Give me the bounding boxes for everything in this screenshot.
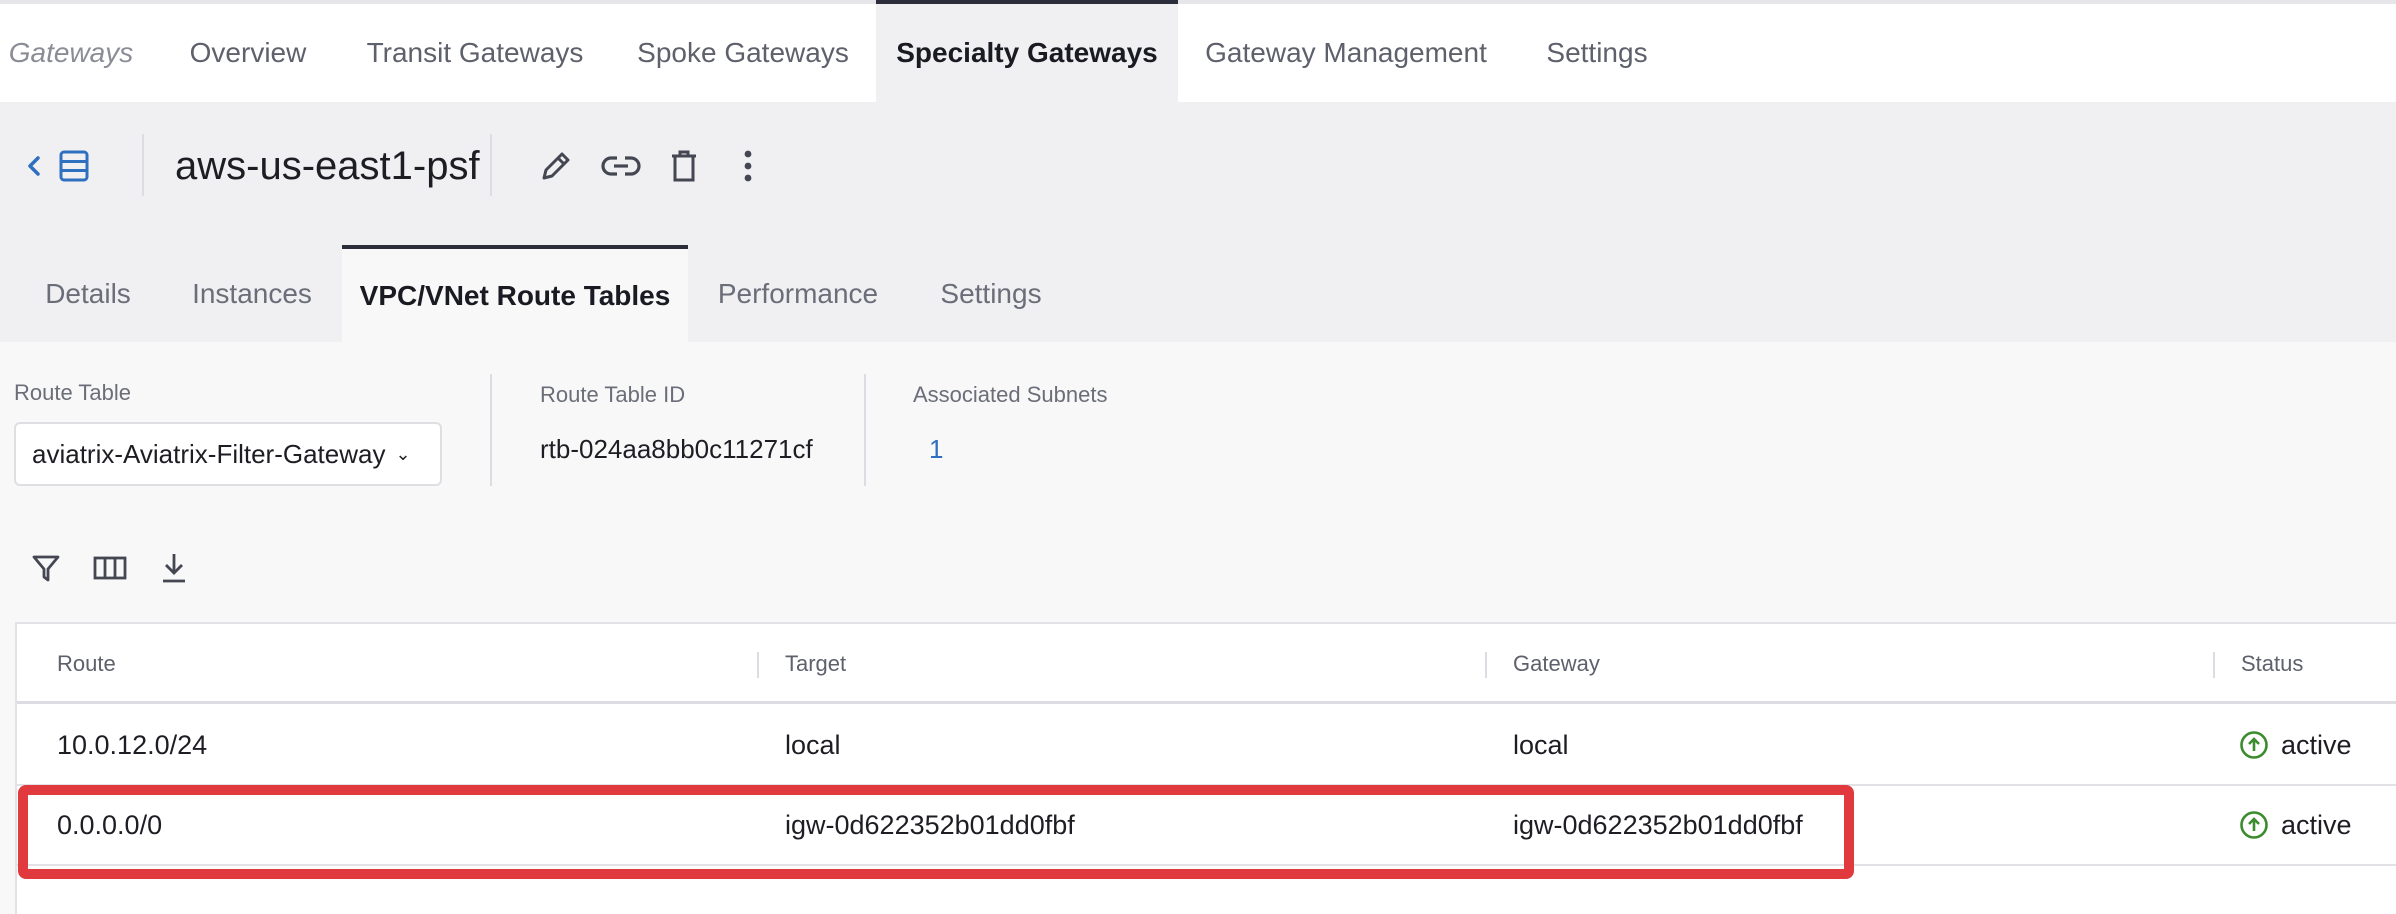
cell-route: 0.0.0.0/0 (57, 809, 163, 840)
column-header-status[interactable]: Status (2241, 624, 2303, 704)
link-icon[interactable] (600, 146, 642, 186)
top-nav: Gateways Overview Transit Gateways Spoke… (0, 0, 2396, 102)
cell-status: active (2239, 786, 2352, 864)
column-resizer[interactable] (757, 652, 759, 678)
back-icon[interactable] (20, 148, 48, 184)
column-resizer[interactable] (1485, 652, 1487, 678)
cell-gateway: igw-0d622352b01dd0fbf (1513, 809, 1803, 840)
delete-icon[interactable] (666, 146, 702, 186)
column-header-route[interactable]: Route (57, 624, 116, 704)
more-icon[interactable] (730, 146, 766, 186)
route-table-select[interactable]: aviatrix-Aviatrix-Filter-Gateway ⌄ (14, 422, 442, 486)
tab-transit-gateways[interactable]: Transit Gateways (354, 4, 596, 102)
columns-icon[interactable] (90, 548, 130, 588)
info-divider (490, 374, 492, 486)
header-divider (142, 134, 144, 196)
associated-subnets-count[interactable]: 1 (929, 434, 943, 465)
tab-performance[interactable]: Performance (704, 245, 892, 342)
route-table-grid: Route Target Gateway Status 10.0.12.0/24… (15, 622, 2396, 914)
chevron-down-icon: ⌄ (395, 443, 411, 464)
header-divider (490, 134, 492, 196)
gateway-name: aws-us-east1-psf (175, 144, 480, 188)
status-text: active (2281, 729, 2352, 760)
associated-subnets-label: Associated Subnets (913, 382, 1108, 407)
column-header-target[interactable]: Target (785, 624, 846, 704)
tab-details[interactable]: Details (20, 245, 156, 342)
edit-icon[interactable] (536, 146, 576, 186)
tab-specialty-gateways[interactable]: Specialty Gateways (876, 0, 1178, 102)
tab-sub-settings[interactable]: Settings (920, 245, 1062, 342)
cell-target: local (785, 729, 841, 760)
route-table-label: Route Table (14, 380, 132, 405)
tab-vpc-vnet-route-tables[interactable]: VPC/VNet Route Tables (342, 245, 688, 342)
tab-gateway-management[interactable]: Gateway Management (1196, 4, 1496, 102)
cell-gateway: local (1513, 729, 1569, 760)
filter-icon[interactable] (26, 548, 66, 588)
cell-status: active (2239, 706, 2352, 784)
cell-target: igw-0d622352b01dd0fbf (785, 809, 1075, 840)
route-table-id-value: rtb-024aa8bb0c11271cf (540, 434, 813, 464)
list-icon[interactable] (56, 146, 92, 186)
tab-settings[interactable]: Settings (1532, 4, 1662, 102)
tab-spoke-gateways[interactable]: Spoke Gateways (630, 4, 856, 102)
table-header: Route Target Gateway Status (17, 624, 2396, 704)
tab-overview[interactable]: Overview (180, 4, 316, 102)
breadcrumb-gateways[interactable]: Gateways (0, 4, 142, 102)
cell-route: 10.0.12.0/24 (57, 729, 208, 760)
status-text: active (2281, 809, 2352, 840)
route-table-selected: aviatrix-Aviatrix-Filter-Gateway (32, 438, 386, 469)
info-divider (864, 374, 866, 486)
column-header-gateway[interactable]: Gateway (1513, 624, 1600, 704)
table-row[interactable]: 10.0.12.0/24 local local active (17, 706, 2396, 786)
table-row[interactable]: 0.0.0.0/0 igw-0d622352b01dd0fbf igw-0d62… (17, 786, 2396, 866)
route-table-id-label: Route Table ID (540, 382, 686, 407)
download-icon[interactable] (154, 548, 194, 588)
status-up-icon (2239, 810, 2269, 840)
status-up-icon (2239, 730, 2269, 760)
tab-instances[interactable]: Instances (176, 245, 328, 342)
column-resizer[interactable] (2213, 652, 2215, 678)
